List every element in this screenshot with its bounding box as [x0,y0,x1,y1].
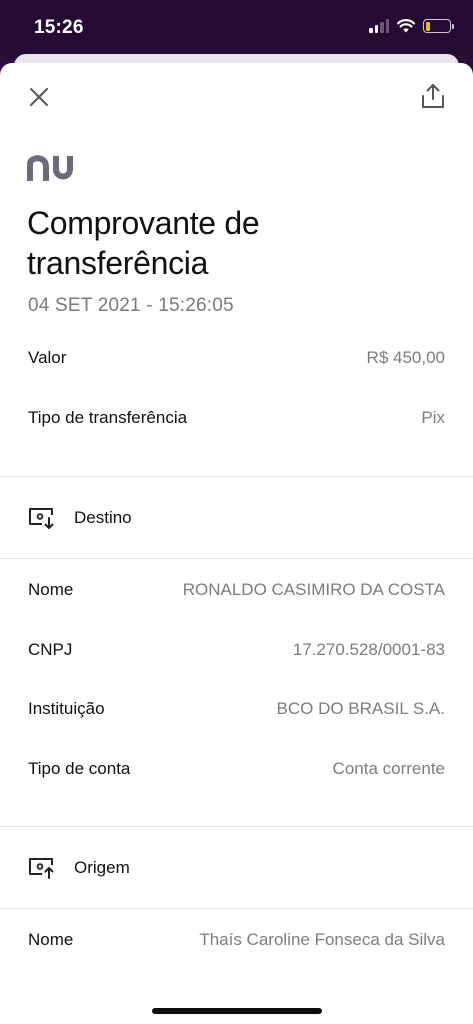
destination-section-header: Destino [28,503,132,533]
destination-name-label: Nome [28,580,74,599]
value-row: Valor R$ 450,00 [28,343,445,373]
origin-name-value: Thaís Caroline Fonseca da Silva [199,930,445,949]
divider [0,826,473,827]
divider [0,476,473,477]
wifi-icon [397,19,415,33]
destination-institution-value: BCO DO BRASIL S.A. [276,699,445,718]
origin-section-header: Origem [28,853,130,883]
transfer-type-value: Pix [421,408,445,427]
close-button[interactable] [22,80,56,114]
transfer-date: 04 SET 2021 - 15:26:05 [28,295,234,316]
share-button[interactable] [416,78,450,114]
status-bar: 15:26 [0,0,473,56]
divider [0,558,473,559]
page-title: Comprovante de transferência [27,205,260,281]
destination-account-type-label: Tipo de conta [28,759,131,778]
value-amount: R$ 450,00 [366,348,445,367]
value-label: Valor [28,348,67,367]
receipt-sheet: Comprovante de transferência 04 SET 2021… [0,63,473,1024]
transfer-type-label: Tipo de transferência [28,408,188,427]
nubank-logo [27,155,73,181]
destination-cnpj-value: 17.270.528/0001-83 [292,640,445,659]
share-icon [422,84,444,108]
origin-icon [29,858,54,879]
destination-institution-row: Instituição BCO DO BRASIL S.A. [28,694,445,724]
transfer-type-row: Tipo de transferência Pix [28,403,445,433]
battery-icon [423,19,454,33]
status-time: 15:26 [34,17,84,38]
signal-icon [369,19,389,33]
status-icons [369,19,454,33]
destination-institution-label: Instituição [28,699,105,718]
destination-name-row: Nome RONALDO CASIMIRO DA COSTA [28,575,445,605]
destination-name-value: RONALDO CASIMIRO DA COSTA [182,580,445,599]
destination-cnpj-row: CNPJ 17.270.528/0001-83 [28,635,445,665]
destination-section-label: Destino [74,508,132,527]
origin-section-label: Origem [74,858,130,877]
origin-name-label: Nome [28,930,74,949]
destination-cnpj-label: CNPJ [28,640,73,659]
destination-account-type-value: Conta corrente [332,759,445,778]
destination-account-type-row: Tipo de conta Conta corrente [28,754,445,784]
origin-name-row: Nome Thaís Caroline Fonseca da Silva [28,925,445,955]
destination-icon [29,508,54,529]
home-indicator[interactable] [152,1008,322,1014]
divider [0,908,473,909]
close-icon [30,88,48,106]
